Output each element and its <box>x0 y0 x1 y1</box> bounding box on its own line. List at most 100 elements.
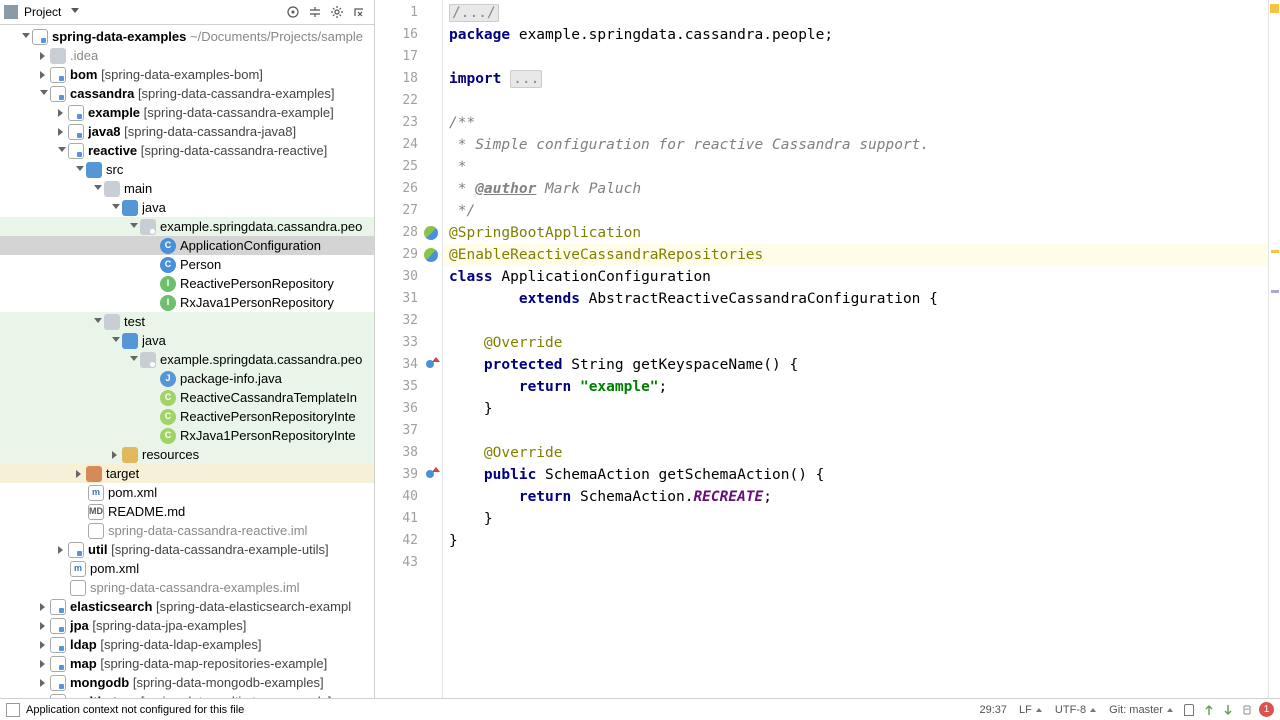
tree-row[interactable]: jpa [spring-data-jpa-examples] <box>0 616 374 635</box>
code-line[interactable] <box>443 46 1268 68</box>
tree-row[interactable]: example.springdata.cassandra.peo <box>0 217 374 236</box>
chevron-right-icon[interactable] <box>58 109 66 117</box>
chevron-down-icon[interactable] <box>130 356 138 364</box>
tree-row[interactable]: spring-data-cassandra-examples.iml <box>0 578 374 597</box>
tree-row[interactable]: java8 [spring-data-cassandra-java8] <box>0 122 374 141</box>
stripe-mark[interactable] <box>1271 250 1279 253</box>
tree-row[interactable]: util [spring-data-cassandra-example-util… <box>0 540 374 559</box>
chevron-right-icon[interactable] <box>40 52 48 60</box>
tree-row[interactable]: main <box>0 179 374 198</box>
chevron-down-icon[interactable] <box>94 185 102 193</box>
code-line[interactable]: */ <box>443 200 1268 222</box>
code-line[interactable]: package example.springdata.cassandra.peo… <box>443 24 1268 46</box>
tree-row[interactable]: src <box>0 160 374 179</box>
warning-indicator-icon[interactable] <box>1270 4 1279 13</box>
tree-row[interactable]: reactive [spring-data-cassandra-reactive… <box>0 141 374 160</box>
gutter-line[interactable]: 40 <box>375 486 442 508</box>
code-line[interactable]: protected String getKeyspaceName() { <box>443 354 1268 376</box>
error-stripe[interactable] <box>1268 0 1280 698</box>
chevron-down-icon[interactable] <box>130 223 138 231</box>
chevron-right-icon[interactable] <box>40 71 48 79</box>
gutter-line[interactable]: 38 <box>375 442 442 464</box>
tree-row[interactable]: java <box>0 331 374 350</box>
chevron-right-icon[interactable] <box>40 641 48 649</box>
code-line[interactable]: class ApplicationConfiguration <box>443 266 1268 288</box>
tree-row[interactable]: CRxJava1PersonRepositoryInte <box>0 426 374 445</box>
code-line[interactable]: * <box>443 156 1268 178</box>
lock-icon[interactable] <box>1184 704 1194 716</box>
chevron-down-icon[interactable] <box>94 318 102 326</box>
code-line[interactable]: } <box>443 398 1268 420</box>
gutter-line[interactable]: 16 <box>375 24 442 46</box>
chevron-right-icon[interactable] <box>58 128 66 136</box>
run-gutter-icon[interactable] <box>424 248 438 262</box>
tree-row[interactable]: CReactiveCassandraTemplateIn <box>0 388 374 407</box>
gutter-line[interactable]: 39 <box>375 464 442 486</box>
code-line[interactable]: /** <box>443 112 1268 134</box>
tree-row[interactable]: map [spring-data-map-repositories-exampl… <box>0 654 374 673</box>
line-separator[interactable]: LF <box>1019 704 1043 716</box>
vcs-outgoing-icon[interactable] <box>1220 702 1236 718</box>
collapse-all-icon[interactable] <box>307 4 323 20</box>
tree-row[interactable]: elasticsearch [spring-data-elasticsearch… <box>0 597 374 616</box>
gutter-line[interactable]: 41 <box>375 508 442 530</box>
tree-row[interactable]: mpom.xml <box>0 483 374 502</box>
gutter-line[interactable]: 18 <box>375 68 442 90</box>
tree-row[interactable]: IReactivePersonRepository <box>0 274 374 293</box>
override-gutter-icon[interactable] <box>424 468 438 482</box>
gutter-line[interactable]: 22 <box>375 90 442 112</box>
gutter-line[interactable]: 29 <box>375 244 442 266</box>
tree-row[interactable]: spring-data-cassandra-reactive.iml <box>0 521 374 540</box>
tree-row[interactable]: IRxJava1PersonRepository <box>0 293 374 312</box>
gutter-line[interactable]: 37 <box>375 420 442 442</box>
gutter-line[interactable]: 27 <box>375 200 442 222</box>
code-line[interactable]: } <box>443 530 1268 552</box>
tree-row[interactable]: CReactivePersonRepositoryInte <box>0 407 374 426</box>
code-line[interactable]: return "example"; <box>443 376 1268 398</box>
gutter-line[interactable]: 36 <box>375 398 442 420</box>
code-line[interactable]: } <box>443 508 1268 530</box>
tree-row[interactable]: resources <box>0 445 374 464</box>
code-line[interactable]: import ... <box>443 68 1268 90</box>
gutter-line[interactable]: 28 <box>375 222 442 244</box>
chevron-down-icon[interactable] <box>71 8 79 16</box>
code-line[interactable]: @Override <box>443 332 1268 354</box>
file-encoding[interactable]: UTF-8 <box>1055 704 1097 716</box>
hector-icon[interactable] <box>1239 702 1255 718</box>
chevron-down-icon[interactable] <box>22 33 30 41</box>
tree-row[interactable]: MDREADME.md <box>0 502 374 521</box>
tree-row[interactable]: java <box>0 198 374 217</box>
gutter-line[interactable]: 23 <box>375 112 442 134</box>
gutter-line[interactable]: 1 <box>375 2 442 24</box>
editor-gutter[interactable]: 1161718222324252627282930313233343536373… <box>375 0 443 698</box>
chevron-down-icon[interactable] <box>112 337 120 345</box>
project-view-title[interactable]: Project <box>22 5 63 19</box>
gutter-line[interactable]: 42 <box>375 530 442 552</box>
chevron-right-icon[interactable] <box>40 660 48 668</box>
code-line[interactable] <box>443 90 1268 112</box>
vcs-incoming-icon[interactable] <box>1201 702 1217 718</box>
override-gutter-icon[interactable] <box>424 358 438 372</box>
chevron-right-icon[interactable] <box>58 546 66 554</box>
tree-row[interactable]: cassandra [spring-data-cassandra-example… <box>0 84 374 103</box>
gutter-line[interactable]: 34 <box>375 354 442 376</box>
gutter-line[interactable]: 35 <box>375 376 442 398</box>
tree-row[interactable]: example [spring-data-cassandra-example] <box>0 103 374 122</box>
chevron-right-icon[interactable] <box>40 622 48 630</box>
tree-row[interactable]: test <box>0 312 374 331</box>
caret-position[interactable]: 29:37 <box>979 704 1007 716</box>
tree-row[interactable]: ldap [spring-data-ldap-examples] <box>0 635 374 654</box>
gutter-line[interactable]: 31 <box>375 288 442 310</box>
chevron-right-icon[interactable] <box>40 679 48 687</box>
code-line[interactable]: * Simple configuration for reactive Cass… <box>443 134 1268 156</box>
tree-row[interactable]: CApplicationConfiguration <box>0 236 374 255</box>
chevron-down-icon[interactable] <box>76 166 84 174</box>
chevron-right-icon[interactable] <box>112 451 120 459</box>
gutter-line[interactable]: 43 <box>375 552 442 574</box>
hide-icon[interactable] <box>351 4 367 20</box>
code-line[interactable] <box>443 420 1268 442</box>
tree-row[interactable]: .idea <box>0 46 374 65</box>
tree-row[interactable]: spring-data-examples ~/Documents/Project… <box>0 27 374 46</box>
git-branch[interactable]: Git: master <box>1109 704 1174 716</box>
code-line[interactable]: @SpringBootApplication <box>443 222 1268 244</box>
